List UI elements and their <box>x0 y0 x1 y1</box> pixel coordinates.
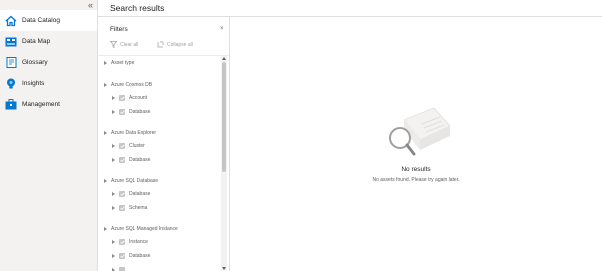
filter-group-label: Azure SQL Database <box>111 178 159 184</box>
expand-caret-icon[interactable] <box>112 110 115 114</box>
page-header: Search results <box>98 0 602 17</box>
nav-item-glossary[interactable]: Glossary <box>0 52 97 73</box>
collapse-icon <box>157 41 164 48</box>
filter-item[interactable]: Database <box>112 107 150 117</box>
filter-group-label: Asset type <box>111 60 135 66</box>
filter-group-label: Azure Data Explorer <box>111 130 157 136</box>
filter-group-label: Azure Cosmos DB <box>111 82 153 88</box>
nav-item-label: Data Map <box>22 38 51 45</box>
expand-caret-icon[interactable] <box>104 131 107 135</box>
checkbox[interactable] <box>119 205 125 211</box>
checkbox[interactable] <box>119 191 125 197</box>
filter-item[interactable]: Database <box>112 251 150 261</box>
checkbox[interactable] <box>119 253 125 259</box>
nav-item-insights[interactable]: Insights <box>0 73 97 94</box>
nav-item-label: Management <box>22 101 60 108</box>
filter-item-label: Schema <box>129 205 148 211</box>
checkbox[interactable] <box>119 143 125 149</box>
scroll-down-icon[interactable] <box>222 267 226 270</box>
filter-item[interactable]: Account <box>112 93 147 103</box>
filter-item-label: Instance <box>129 239 148 245</box>
filter-item[interactable]: Instance <box>112 237 148 247</box>
collapse-all-label: Collapse all <box>167 41 193 48</box>
checkbox[interactable] <box>119 267 125 271</box>
filter-group-azure-data-explorer[interactable]: Azure Data Explorer <box>104 128 156 138</box>
checkbox[interactable] <box>119 109 125 115</box>
expand-caret-icon[interactable] <box>104 61 107 65</box>
filter-item-label: Database <box>129 109 151 115</box>
expand-caret-icon[interactable] <box>112 144 115 148</box>
results-area: No results No assets found. Please try a… <box>230 17 602 271</box>
expand-caret-icon[interactable] <box>112 254 115 258</box>
expand-caret-icon[interactable] <box>104 83 107 87</box>
checkbox[interactable] <box>119 95 125 101</box>
expand-caret-icon[interactable] <box>104 227 107 231</box>
nav-item-management[interactable]: Management <box>0 94 97 115</box>
nav-item-label: Insights <box>22 80 45 87</box>
expand-caret-icon[interactable] <box>112 96 115 100</box>
filter-item[interactable] <box>112 265 129 271</box>
filter-item-label: Database <box>129 157 151 163</box>
empty-state-title: No results <box>401 166 431 173</box>
filters-scrollbar[interactable] <box>221 56 227 271</box>
filter-item[interactable]: Cluster <box>112 141 145 151</box>
data-map-icon <box>4 35 18 49</box>
scroll-up-icon[interactable] <box>222 57 226 60</box>
filter-item[interactable]: Schema <box>112 203 147 213</box>
nav-item-data-catalog[interactable]: Data Catalog <box>0 10 97 31</box>
scroll-thumb[interactable] <box>222 62 226 172</box>
filters-panel: Filters × Clear all Collapse all Asset t… <box>98 17 230 271</box>
left-nav: « Data Catalog Data Map Glossary Insight… <box>0 0 98 271</box>
nav-item-label: Data Catalog <box>22 17 60 24</box>
empty-state-message: No assets found. Please try again later. <box>372 177 460 183</box>
filters-title: Filters <box>110 26 128 33</box>
filter-group-asset-type[interactable]: Asset type <box>104 58 134 68</box>
filter-group-azure-sql-managed-instance[interactable]: Azure SQL Managed Instance <box>104 224 178 234</box>
filter-group-label: Azure SQL Managed Instance <box>111 226 178 232</box>
collapse-all-button[interactable]: Collapse all <box>157 41 193 48</box>
filter-item-label: Database <box>129 191 151 197</box>
glossary-icon <box>4 56 18 70</box>
page-title: Search results <box>110 3 165 13</box>
filter-item-label: Account <box>129 95 148 101</box>
expand-caret-icon[interactable] <box>112 158 115 162</box>
no-results-illustration-icon <box>389 107 451 156</box>
close-filters-icon[interactable]: × <box>220 26 224 32</box>
filter-group-azure-cosmos-db[interactable]: Azure Cosmos DB <box>104 80 152 90</box>
expand-caret-icon[interactable] <box>112 206 115 210</box>
filter-item-label: Cluster <box>129 143 145 149</box>
home-icon <box>4 14 18 28</box>
filter-item[interactable]: Database <box>112 155 150 165</box>
nav-item-label: Glossary <box>22 59 48 66</box>
expand-caret-icon[interactable] <box>112 192 115 196</box>
filter-item-label: Database <box>129 253 151 259</box>
checkbox[interactable] <box>119 239 125 245</box>
filter-list: Asset type Azure Cosmos DB Account Datab… <box>98 56 222 271</box>
nav-item-data-map[interactable]: Data Map <box>0 31 97 52</box>
lightbulb-icon <box>4 77 18 91</box>
expand-caret-icon[interactable] <box>104 179 107 183</box>
clear-filter-icon <box>110 41 117 48</box>
clear-all-button[interactable]: Clear all <box>110 41 138 48</box>
checkbox[interactable] <box>119 157 125 163</box>
collapse-nav-icon[interactable]: « <box>88 0 93 10</box>
expand-caret-icon[interactable] <box>112 240 115 244</box>
filter-group-azure-sql-database[interactable]: Azure SQL Database <box>104 176 158 186</box>
clear-all-label: Clear all <box>120 41 139 48</box>
filter-item[interactable]: Database <box>112 189 150 199</box>
toolbox-icon <box>4 98 18 112</box>
